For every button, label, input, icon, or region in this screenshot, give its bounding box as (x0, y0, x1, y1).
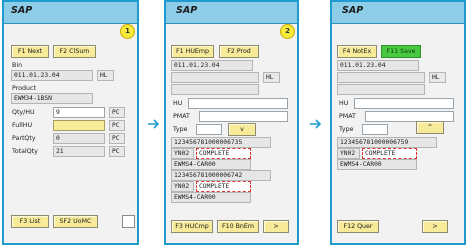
title-bar: SAP (166, 2, 297, 24)
total-qty-unit: PC (109, 146, 125, 157)
screen-body: F4 NotEx F11 Save 011.01.23.04 HL HU PMA… (332, 24, 464, 243)
f2-clsum-button[interactable]: F2 ClSum (53, 45, 96, 58)
title-bar: SAP (4, 2, 137, 24)
f3-list-button[interactable]: F3 List (11, 215, 49, 228)
f3-hucmp-button[interactable]: F3 HUCmp (171, 220, 213, 233)
part-qty-field: 0 (53, 133, 105, 144)
f4-notex-button[interactable]: F4 NotEx (337, 45, 377, 58)
pmat-input[interactable] (199, 111, 288, 122)
bin-unit: HL (263, 72, 280, 83)
title-bar: SAP (332, 2, 464, 24)
part-qty-unit: PC (109, 133, 125, 144)
status-complete-1: COMPLETE (196, 148, 251, 159)
sf2-uomc-button[interactable]: SF2 UoMC (53, 215, 98, 228)
checkbox[interactable] (122, 215, 135, 228)
device-screen-2: SAP 2 F1 HUEmp F2 Prod 011.01.23.04 HL H… (164, 0, 299, 245)
bin-label: Bin (12, 62, 23, 69)
right-arrow-icon (148, 119, 160, 129)
hu-input[interactable] (354, 98, 454, 109)
product-1: EWMS4-CAR00 (171, 159, 251, 170)
full-hu-label: FullHU (12, 122, 33, 129)
product-field: EWM34-1BSN (11, 93, 93, 104)
type-label: Type (173, 126, 188, 133)
qty-hu-unit: PC (109, 107, 125, 118)
screen-body: 1 F1 Next F2 ClSum Bin 011.01.23.04 HL P… (4, 24, 137, 243)
f11-save-button[interactable]: F11 Save (381, 45, 421, 58)
bin-field: 011.01.23.04 (11, 70, 93, 81)
type-label: Type (339, 126, 354, 133)
screen-body: 2 F1 HUEmp F2 Prod 011.01.23.04 HL HU PM… (166, 24, 297, 243)
next-page-button[interactable]: > (422, 220, 448, 233)
sap-logo: SAP (176, 5, 198, 16)
type-input[interactable] (196, 124, 222, 135)
status-code-1: YN02 (337, 148, 360, 159)
hu-label: HU (173, 100, 183, 107)
device-screen-3: SAP F4 NotEx F11 Save 011.01.23.04 HL HU… (330, 0, 466, 245)
right-arrow-icon (310, 119, 322, 129)
pmat-label: PMAT (339, 113, 356, 120)
bin-unit: HL (429, 72, 446, 83)
scroll-down-button[interactable]: v (228, 123, 256, 136)
scroll-up-button[interactable]: ^ (416, 121, 444, 134)
hu-number-1: 123456781000006759 (337, 137, 437, 148)
bin-unit: HL (97, 70, 114, 81)
hu-label: HU (339, 100, 349, 107)
blank-field-2 (171, 84, 259, 95)
product-label: Product (12, 85, 36, 92)
sap-logo: SAP (11, 5, 33, 16)
hu-number-1: 123456781000006735 (171, 137, 271, 148)
status-code-1: YN02 (171, 148, 194, 159)
device-screen-1: SAP 1 F1 Next F2 ClSum Bin 011.01.23.04 … (2, 0, 139, 245)
pmat-label: PMAT (173, 113, 190, 120)
f2-prod-button[interactable]: F2 Prod (219, 45, 259, 58)
f10-bnem-button[interactable]: F10 BnEm (217, 220, 259, 233)
step-badge: 1 (120, 24, 135, 39)
f12-quer-button[interactable]: F12 Quer (337, 220, 379, 233)
sap-logo: SAP (342, 5, 364, 16)
blank-field-2 (337, 84, 425, 95)
status-complete-1: COMPLETE (362, 148, 417, 159)
status-complete-2: COMPLETE (196, 181, 251, 192)
blank-field (171, 72, 259, 83)
f1-next-button[interactable]: F1 Next (11, 45, 49, 58)
f1-huemp-button[interactable]: F1 HUEmp (171, 45, 214, 58)
total-qty-label: TotalQty (12, 148, 38, 155)
qty-hu-label: Qty/HU (12, 109, 35, 116)
bin-field: 011.01.23.04 (171, 60, 253, 71)
step-badge: 2 (280, 24, 295, 39)
full-hu-unit: PC (109, 120, 125, 131)
full-hu-field[interactable] (53, 120, 105, 131)
product-1: EWMS4-CAR00 (337, 159, 417, 170)
status-code-2: YN02 (171, 181, 194, 192)
hu-input[interactable] (188, 98, 288, 109)
blank-field (337, 72, 425, 83)
bin-field: 011.01.23.04 (337, 60, 419, 71)
product-2: EWMS4-CAR00 (171, 192, 251, 203)
qty-hu-field[interactable]: 9 (53, 107, 105, 118)
total-qty-field: 21 (53, 146, 105, 157)
hu-number-2: 123456781000006742 (171, 170, 271, 181)
next-page-button[interactable]: > (263, 220, 289, 233)
part-qty-label: PartQty (12, 135, 36, 142)
type-input[interactable] (362, 124, 388, 135)
